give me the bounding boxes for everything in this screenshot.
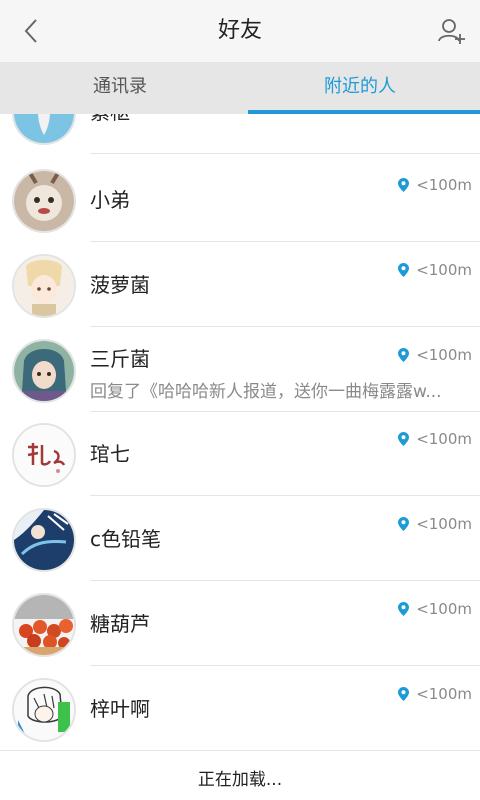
distance-text: <100m [416, 346, 472, 364]
distance-text: <100m [416, 430, 472, 448]
nearby-people-list[interactable]: 紫枢 小弟 <100m [0, 114, 480, 750]
list-item[interactable]: 梓叶啊 <100m [0, 666, 480, 750]
avatar [12, 169, 76, 233]
list-item[interactable]: 小弟 <100m [0, 157, 480, 242]
location-pin-icon [398, 263, 410, 277]
add-friend-button[interactable] [434, 14, 470, 48]
avatar [12, 114, 76, 145]
tab-contacts[interactable]: 通讯录 [0, 62, 240, 114]
row-divider [90, 153, 480, 154]
top-bar: 好友 [0, 0, 480, 62]
avatar [12, 423, 76, 487]
distance-label: <100m [398, 600, 472, 618]
list-item[interactable]: 三斤菌 回复了《哈哈哈新人报道，送你一曲梅露露w... <100m [0, 327, 480, 412]
list-item[interactable]: 糖葫芦 <100m [0, 581, 480, 666]
user-name: 菠萝菌 [90, 273, 150, 297]
page-title: 好友 [217, 18, 262, 43]
avatar [12, 339, 76, 403]
distance-text: <100m [416, 261, 472, 279]
user-name: 琯七 [90, 442, 130, 466]
avatar [12, 254, 76, 318]
distance-label: <100m [398, 515, 472, 533]
distance-label: <100m [398, 685, 472, 703]
tab-nearby[interactable]: 附近的人 [240, 62, 480, 114]
location-pin-icon [398, 348, 410, 362]
load-more-footer[interactable]: 正在加载... [0, 750, 480, 800]
location-pin-icon [398, 178, 410, 192]
add-user-icon [438, 19, 465, 44]
distance-text: <100m [416, 176, 472, 194]
list-item[interactable]: 菠萝菌 <100m [0, 242, 480, 327]
distance-label: <100m [398, 176, 472, 194]
loading-text: 正在加载... [197, 770, 283, 790]
tab-bar: 通讯录 附近的人 [0, 62, 480, 114]
latest-activity: 回复了《哈哈哈新人报道，送你一曲梅露露w... [90, 382, 442, 402]
location-pin-icon [398, 687, 410, 701]
distance-label: <100m [398, 261, 472, 279]
distance-label: <100m [398, 430, 472, 448]
location-pin-icon [398, 602, 410, 616]
distance-label: <100m [398, 346, 472, 364]
distance-text: <100m [416, 685, 472, 703]
list-item[interactable]: c色铅笔 <100m [0, 496, 480, 581]
user-name: 紫枢 [90, 114, 130, 125]
user-name: c色铅笔 [90, 527, 161, 551]
distance-text: <100m [416, 600, 472, 618]
list-item[interactable]: 琯七 <100m [0, 411, 480, 496]
user-name: 梓叶啊 [90, 697, 150, 721]
location-pin-icon [398, 517, 410, 531]
avatar [12, 508, 76, 572]
location-pin-icon [398, 432, 410, 446]
avatar [12, 678, 76, 742]
user-name: 三斤菌 [90, 347, 150, 371]
distance-text: <100m [416, 515, 472, 533]
avatar [12, 593, 76, 657]
user-name: 糖葫芦 [90, 612, 150, 636]
list-item[interactable]: 紫枢 [0, 114, 480, 154]
user-name: 小弟 [90, 188, 130, 212]
